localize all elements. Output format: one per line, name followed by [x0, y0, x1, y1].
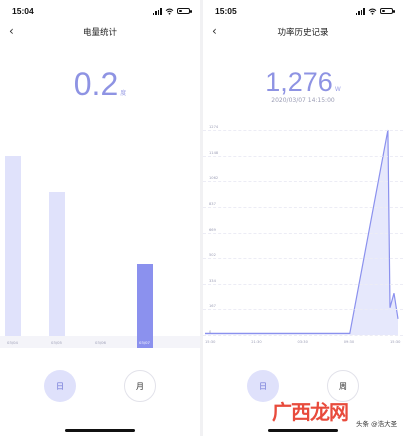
home-indicator	[268, 429, 338, 432]
power-history-chart: 1274 1148 1062 837 669 502 334 167 0 15:30 21:30 03…	[203, 120, 403, 348]
grid-line	[203, 130, 403, 131]
x-tick-label: 21:30	[251, 340, 262, 344]
grid-line	[203, 206, 403, 208]
grid-line	[203, 309, 403, 311]
energy-value: 0.2	[73, 66, 119, 102]
status-icons	[355, 7, 395, 15]
left-screen: 15:04 ‹ 电量统计 0.2 度 03/04 03/05 03/06 03/07 日…	[0, 0, 200, 436]
status-icons	[152, 7, 192, 15]
bar-03-07[interactable]	[137, 264, 153, 336]
status-time: 15:04	[12, 6, 34, 16]
grid-line	[203, 155, 403, 157]
nav-bar: ‹ 电量统计	[0, 22, 200, 42]
x-tick-label: 03:30	[297, 340, 308, 344]
x-tick-label: 15:30	[390, 340, 401, 344]
x-tick-label: 03/05	[51, 340, 62, 345]
y-tick-label: 334	[209, 278, 216, 283]
right-screen: 15:05 ‹ 功率历史记录 1,276 W 2020/03/07 14:15:0…	[203, 0, 403, 436]
y-tick-label: 0	[209, 330, 212, 334]
power-unit: W	[334, 86, 341, 93]
bar-03-05[interactable]	[49, 192, 65, 336]
y-tick-label: 669	[209, 227, 216, 232]
grid-line	[203, 335, 403, 336]
status-time: 15:05	[215, 6, 237, 16]
tab-month[interactable]: 月	[124, 370, 156, 402]
watermark-caption: 头条 @浩大圣	[356, 418, 398, 428]
page-title: 功率历史记录	[277, 28, 329, 38]
battery-icon	[380, 7, 395, 15]
y-tick-label: 1274	[209, 125, 219, 129]
grid-line	[203, 283, 403, 285]
cellular-signal-icon	[355, 7, 365, 15]
x-tick-label: 15:30	[205, 340, 216, 344]
bar-03-04[interactable]	[5, 156, 21, 336]
y-tick-label: 1062	[209, 176, 219, 181]
tab-day[interactable]: 日	[44, 370, 76, 402]
y-tick-label: 167	[209, 304, 216, 309]
watermark-logo: 广西龙网	[272, 400, 349, 424]
power-summary: 1,276 W	[203, 67, 403, 98]
wifi-icon	[165, 8, 174, 15]
power-area-svg	[205, 129, 399, 335]
x-tick-label: 09:30	[343, 340, 355, 344]
x-tick-label: 03/06	[95, 340, 106, 345]
energy-unit: 度	[120, 90, 127, 97]
wifi-icon	[368, 8, 377, 15]
status-bar: 15:05	[203, 0, 403, 22]
nav-bar: ‹ 功率历史记录	[203, 22, 403, 42]
energy-summary: 0.2 度	[0, 66, 200, 103]
grid-line	[203, 232, 403, 234]
y-tick-label: 502	[209, 253, 216, 258]
page-title: 电量统计	[82, 28, 117, 38]
power-value: 1,276	[265, 67, 333, 97]
y-tick-label: 837	[209, 201, 216, 206]
x-tick-label: 03/07	[139, 340, 150, 345]
battery-icon	[177, 7, 192, 15]
power-datetime: 2020/03/07 14:15:00	[271, 97, 335, 104]
home-indicator	[65, 429, 135, 432]
grid-line	[203, 181, 403, 183]
x-tick-label: 03/04	[7, 340, 18, 345]
y-tick-label: 1148	[209, 150, 219, 155]
cellular-signal-icon	[152, 7, 162, 15]
status-bar: 15:04	[0, 0, 200, 22]
grid-line	[203, 258, 403, 260]
